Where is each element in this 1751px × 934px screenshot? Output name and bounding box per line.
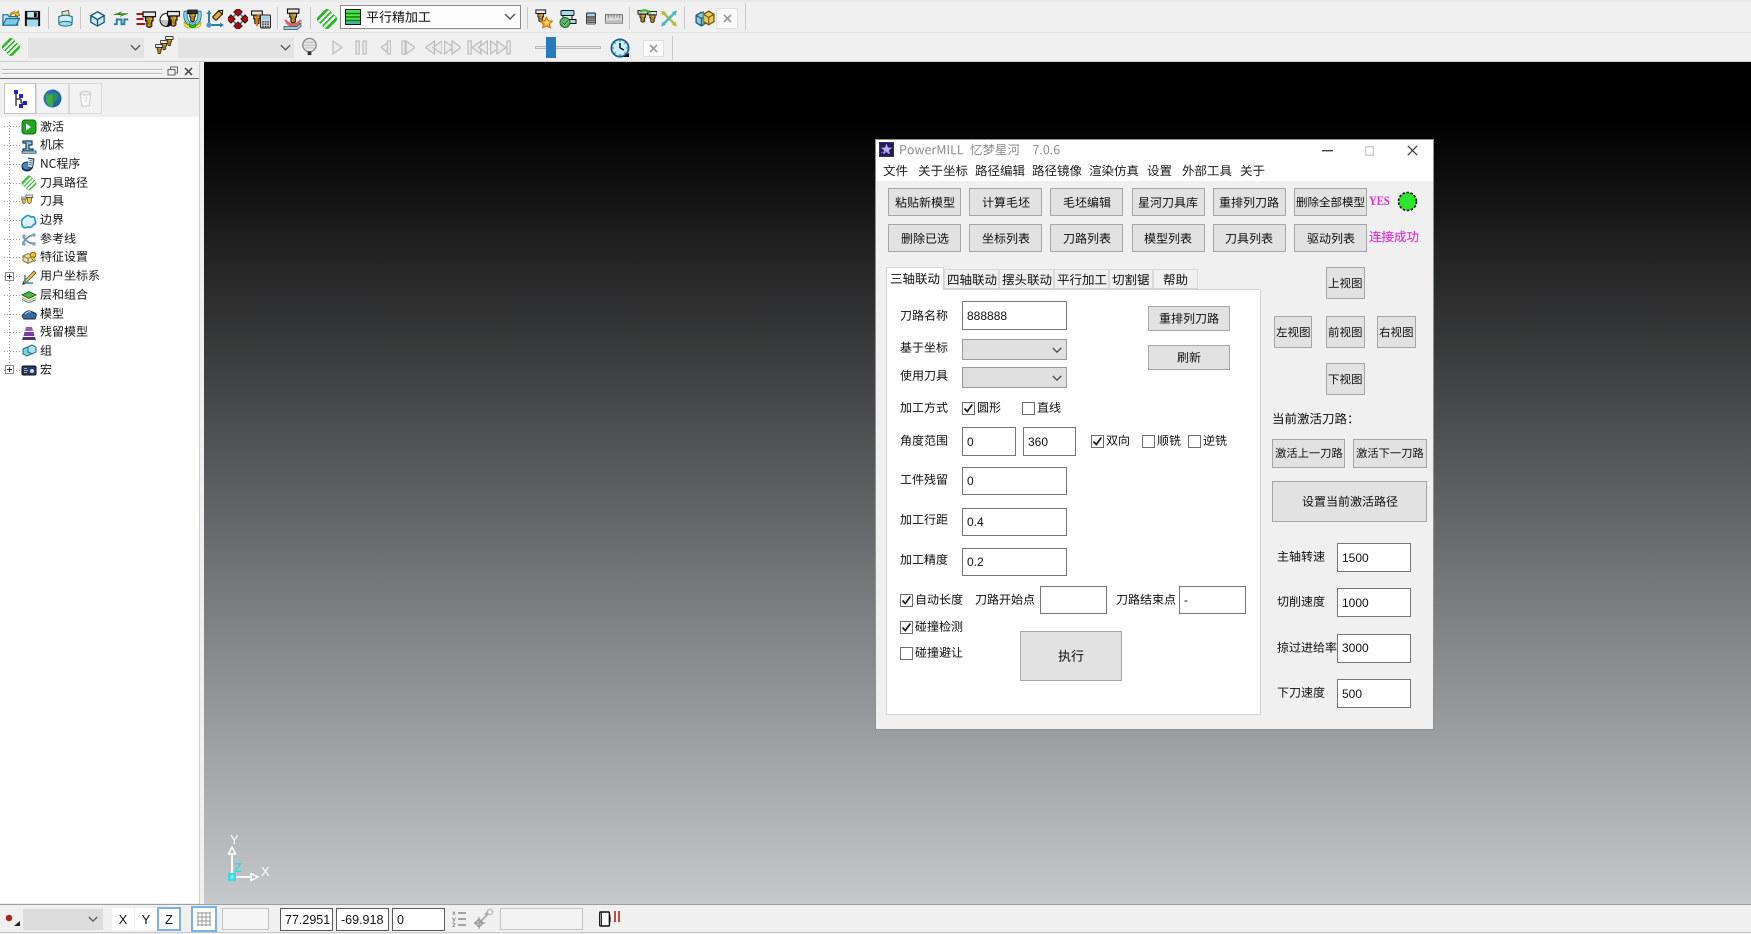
svg-text:Y: Y [230,832,239,847]
svg-text:Z: Z [234,860,242,875]
svg-text:X: X [261,864,270,879]
svg-text:z: z [452,922,456,929]
